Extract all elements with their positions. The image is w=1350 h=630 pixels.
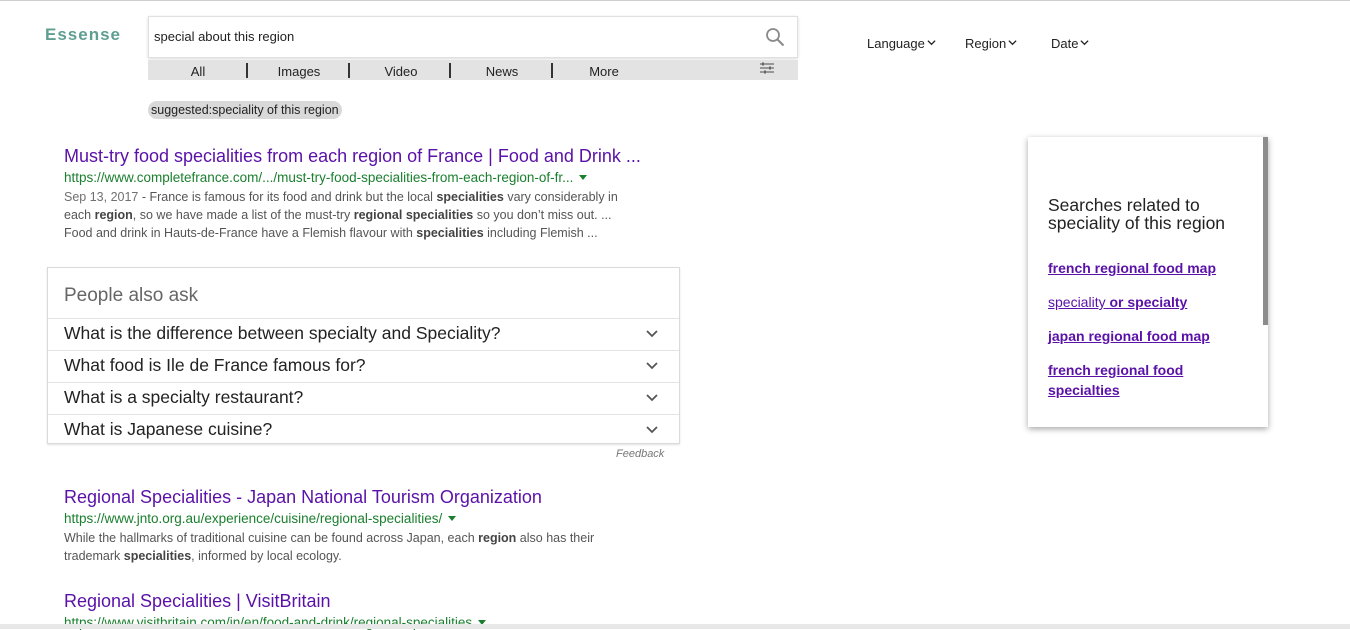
snippet-highlight: specialities <box>416 226 484 240</box>
chevron-down-icon <box>927 40 936 46</box>
related-link-part: or specialty <box>1105 294 1188 310</box>
snippet-highlight: region <box>94 208 133 222</box>
paa-question[interactable]: What is the difference between specialty… <box>48 318 679 350</box>
search-box[interactable] <box>148 16 798 58</box>
tab-all[interactable]: All <box>148 60 248 80</box>
suggested-query-chip[interactable]: suggested:speciality of this region <box>148 101 342 119</box>
result-title-link[interactable]: Must-try food specialities from each reg… <box>64 146 684 167</box>
filter-date[interactable]: Date <box>1051 36 1090 51</box>
search-tabs: All Images Video News More <box>148 60 798 80</box>
tab-news[interactable]: News <box>452 60 552 80</box>
tab-separator <box>246 63 248 78</box>
search-icon[interactable] <box>765 27 785 47</box>
search-result: Regional Specialities - Japan National T… <box>64 487 684 565</box>
caret-down-icon[interactable] <box>448 516 457 521</box>
paa-question-text: What is the difference between specialty… <box>64 323 501 343</box>
result-title-link[interactable]: Regional Specialities - Japan National T… <box>64 487 684 508</box>
result-snippet: Sep 13, 2017 - France is famous for its … <box>64 188 654 242</box>
snippet-text: vary considerably in <box>503 190 618 204</box>
snippet-line: Sep 13, 2017 - France is famous for its … <box>64 188 654 206</box>
tab-more[interactable]: More <box>554 60 654 80</box>
result-date: Sep 13, 2017 <box>64 190 139 204</box>
filter-region[interactable]: Region <box>965 36 1017 51</box>
paa-question-text: What food is Ile de France famous for? <box>64 355 366 375</box>
snippet-text: so you don’t miss out. ... <box>473 208 612 222</box>
chevron-down-icon <box>646 362 658 370</box>
snippet-text: including Flemish ... <box>483 226 598 240</box>
snippet-highlight: regional specialities <box>353 208 474 222</box>
feedback-link[interactable]: Feedback <box>616 448 664 460</box>
snippet-line: While the hallmarks of traditional cuisi… <box>64 529 654 547</box>
search-result: Must-try food specialities from each reg… <box>64 146 684 242</box>
filter-language-label: Language <box>867 36 925 51</box>
tab-separator <box>551 63 553 78</box>
result-snippet: While the hallmarks of traditional cuisi… <box>64 529 654 565</box>
paa-question[interactable]: What is Japanese cuisine? <box>48 414 679 446</box>
result-url-text: https://www.jnto.org.au/experience/cuisi… <box>64 511 443 526</box>
chevron-down-icon <box>646 394 658 402</box>
search-input[interactable] <box>154 29 744 44</box>
people-also-ask-title: People also ask <box>64 285 199 306</box>
related-search-link[interactable]: japan regional food map <box>1048 326 1238 346</box>
snippet-text: , informed by local ecology. <box>191 549 342 563</box>
related-search-link[interactable]: speciality or specialty <box>1048 292 1238 312</box>
caret-down-icon[interactable] <box>579 175 588 180</box>
result-url: https://www.jnto.org.au/experience/cuisi… <box>64 511 684 526</box>
snippet-line: each region, so we have made a list of t… <box>64 206 654 224</box>
snippet-text: trademark <box>64 549 124 563</box>
filter-region-label: Region <box>965 36 1007 51</box>
snippet-text: While the hallmarks of traditional cuisi… <box>64 531 479 545</box>
tab-video[interactable]: Video <box>351 60 451 80</box>
snippet-text: also has their <box>516 531 595 545</box>
filter-date-label: Date <box>1051 36 1079 51</box>
related-search-link[interactable]: french regional food specialties <box>1048 360 1238 400</box>
snippet-highlight: specialities <box>123 549 192 563</box>
snippet-line: trademark specialities, informed by loca… <box>64 547 654 565</box>
tab-separator <box>449 63 451 78</box>
tab-separator <box>348 63 350 78</box>
related-searches-title: Searches related to speciality of this r… <box>1048 195 1226 233</box>
chevron-down-icon <box>646 426 658 434</box>
snippet-text: each <box>64 208 95 222</box>
settings-sliders-icon[interactable] <box>759 61 775 75</box>
chevron-down-icon <box>646 330 658 338</box>
paa-question-text: What is Japanese cuisine? <box>64 419 273 439</box>
paa-question[interactable]: What food is Ile de France famous for? <box>48 350 679 382</box>
paa-question-text: What is a specialty restaurant? <box>64 387 304 407</box>
related-searches-panel: Searches related to speciality of this r… <box>1028 137 1268 427</box>
snippet-text: - France is famous for its food and drin… <box>138 190 437 204</box>
snippet-line: Food and drink in Hauts-de-France have a… <box>64 224 654 242</box>
related-search-link[interactable]: french regional food map <box>1048 258 1238 278</box>
paa-question[interactable]: What is a specialty restaurant? <box>48 382 679 414</box>
snippet-highlight: region <box>478 531 517 545</box>
chevron-down-icon <box>1008 40 1017 46</box>
snippet-highlight: specialities <box>436 190 504 204</box>
filter-language[interactable]: Language <box>867 36 936 51</box>
logo[interactable]: Essense <box>45 25 121 45</box>
result-url-text: https://www.completefrance.com/.../must-… <box>64 170 574 185</box>
result-url: https://www.completefrance.com/.../must-… <box>64 170 684 185</box>
result-title-link[interactable]: Regional Specialities | VisitBritain <box>64 591 684 612</box>
related-link-part: speciality <box>1048 294 1106 310</box>
horizontal-scrollbar[interactable] <box>0 624 1350 629</box>
snippet-text: Food and drink in Hauts-de-France have a… <box>64 226 417 240</box>
people-also-ask-panel: People also ask What is the difference b… <box>47 267 680 444</box>
chevron-down-icon <box>1080 40 1090 46</box>
snippet-text: , so we have made a list of the must-try <box>132 208 354 222</box>
scrollbar[interactable] <box>1263 137 1268 325</box>
tab-images[interactable]: Images <box>249 60 349 80</box>
